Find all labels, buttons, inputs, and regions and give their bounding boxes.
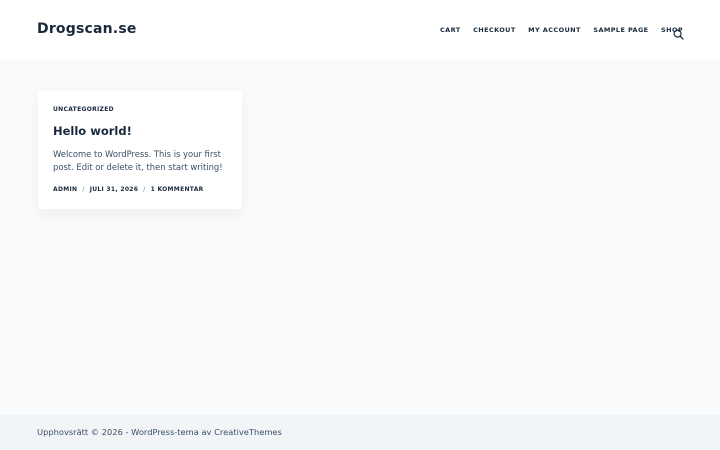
theme-link[interactable]: WordPress-tema — [131, 427, 199, 437]
by-text: av — [198, 427, 215, 437]
meta-separator: / — [143, 186, 146, 193]
site-title-link[interactable]: Drogscan.se — [37, 21, 137, 37]
search-icon[interactable] — [673, 25, 684, 40]
post-meta: ADMIN / JULI 31, 2026 / 1 KOMMENTAR — [53, 185, 204, 194]
copyright-text: Upphovsrätt © 2026 - — [37, 427, 132, 437]
post-category-link[interactable]: UNCATEGORIZED — [53, 106, 114, 113]
nav-item-checkout[interactable]: CHECKOUT — [473, 25, 516, 35]
main-navigation: CART CHECKOUT MY ACCOUNT SAMPLE PAGE SHO… — [440, 25, 683, 35]
nav-item-cart[interactable]: CART — [440, 25, 461, 35]
post-card: UNCATEGORIZED Hello world! Welcome to Wo… — [38, 91, 242, 209]
site-header: Drogscan.se CART CHECKOUT MY ACCOUNT SAM… — [0, 0, 720, 60]
theme-author-link[interactable]: CreativeThemes — [214, 427, 282, 437]
post-author-link[interactable]: ADMIN — [53, 186, 77, 193]
post-excerpt: Welcome to WordPress. This is your first… — [53, 149, 223, 172]
footer-copyright: Upphovsrätt © 2026 - WordPress-tema av C… — [37, 427, 282, 437]
nav-item-sample-page[interactable]: SAMPLE PAGE — [593, 25, 648, 35]
post-comments-link[interactable]: 1 KOMMENTAR — [151, 186, 204, 193]
site-footer: Upphovsrätt © 2026 - WordPress-tema av C… — [0, 415, 720, 450]
nav-item-my-account[interactable]: MY ACCOUNT — [528, 25, 581, 35]
main-content: UNCATEGORIZED Hello world! Welcome to Wo… — [0, 60, 720, 415]
post-date-link[interactable]: JULI 31, 2026 — [90, 186, 139, 193]
post-title-link[interactable]: Hello world! — [53, 124, 132, 138]
meta-separator: / — [82, 186, 85, 193]
